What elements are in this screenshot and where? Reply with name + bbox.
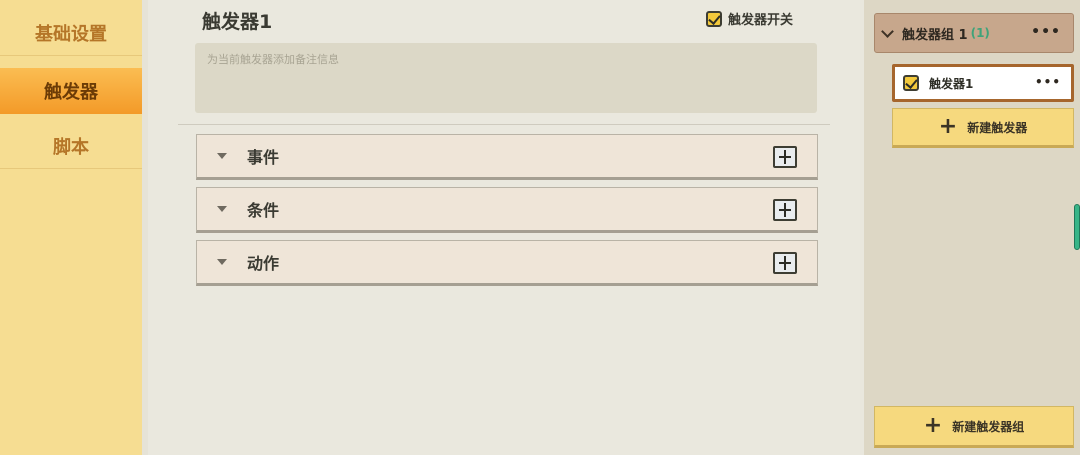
scrollbar-handle[interactable] xyxy=(1074,204,1080,250)
section-label: 动作 xyxy=(247,254,280,273)
divider xyxy=(178,124,830,125)
trigger-group-header[interactable]: 触发器组 1 (1) ••• xyxy=(874,13,1074,53)
trigger-group-count: (1) xyxy=(970,26,990,40)
trigger-title: 触发器1 xyxy=(202,11,273,33)
new-trigger-button[interactable]: + 新建触发器 xyxy=(892,108,1074,148)
trigger-toggle[interactable]: 触发器开关 xyxy=(706,9,793,28)
trigger-toggle-label: 触发器开关 xyxy=(728,13,794,28)
trigger-list-item[interactable]: 触发器1 ••• xyxy=(892,64,1074,102)
nav-item-label: 脚本 xyxy=(53,136,89,158)
caret-down-icon[interactable] xyxy=(217,259,227,265)
trigger-editor: 触发器1 触发器开关 为当前触发器添加备注信息 事件 条件 动作 xyxy=(148,0,860,455)
nav-item-triggers[interactable]: 触发器 xyxy=(0,68,142,114)
trigger-group-name: 触发器组 1 xyxy=(902,27,968,43)
checkbox-checked-icon[interactable] xyxy=(903,75,919,91)
nav-item-label: 基础设置 xyxy=(35,23,107,45)
caret-down-icon[interactable] xyxy=(217,206,227,212)
add-action-button[interactable] xyxy=(773,252,797,274)
chevron-down-icon[interactable] xyxy=(881,24,894,38)
caret-down-icon[interactable] xyxy=(217,153,227,159)
section-label: 条件 xyxy=(247,201,280,220)
section-conditions[interactable]: 条件 xyxy=(196,187,818,233)
more-options-icon[interactable]: ••• xyxy=(1035,75,1061,89)
nav-item-scripts[interactable]: 脚本 xyxy=(0,123,142,169)
add-condition-button[interactable] xyxy=(773,199,797,221)
add-event-button[interactable] xyxy=(773,146,797,168)
plus-icon: + xyxy=(938,114,958,139)
new-trigger-group-button[interactable]: + 新建触发器组 xyxy=(874,406,1074,448)
section-actions[interactable]: 动作 xyxy=(196,240,818,286)
more-options-icon[interactable]: ••• xyxy=(1031,24,1061,40)
new-group-label: 新建触发器组 xyxy=(952,419,1025,434)
section-label: 事件 xyxy=(247,148,280,167)
note-placeholder: 为当前触发器添加备注信息 xyxy=(207,53,339,66)
checkbox-checked-icon[interactable] xyxy=(706,10,722,27)
trigger-note-input[interactable]: 为当前触发器添加备注信息 xyxy=(195,43,817,113)
trigger-list-panel: 触发器组 1 (1) ••• 触发器1 ••• + 新建触发器 + 新建触发器组 xyxy=(860,0,1080,455)
left-nav: 基础设置 触发器 脚本 xyxy=(0,0,148,455)
new-trigger-label: 新建触发器 xyxy=(967,120,1028,135)
trigger-item-label: 触发器1 xyxy=(929,76,974,91)
section-events[interactable]: 事件 xyxy=(196,134,818,180)
plus-icon: + xyxy=(923,413,943,438)
nav-item-label: 触发器 xyxy=(44,82,98,103)
nav-item-basic-settings[interactable]: 基础设置 xyxy=(0,10,142,56)
